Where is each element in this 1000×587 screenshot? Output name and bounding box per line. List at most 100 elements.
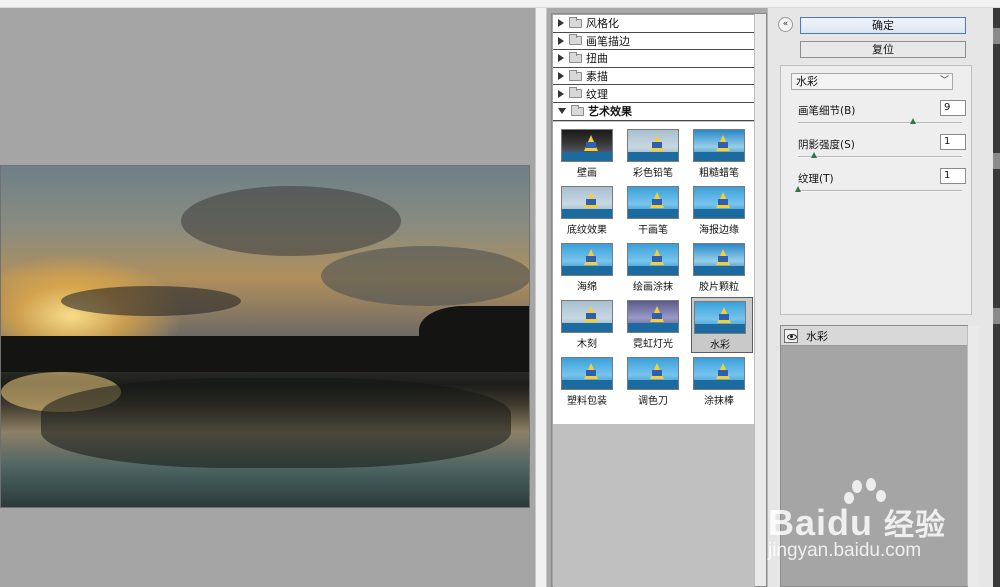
preview-cloud (321, 246, 529, 306)
thumb-sea (694, 209, 744, 218)
reset-button[interactable]: 复位 (800, 41, 966, 58)
category-1[interactable]: 画笔描边 (553, 32, 755, 51)
pane-divider[interactable] (535, 8, 547, 587)
filter-thumb-image (627, 129, 679, 162)
category-3[interactable]: 素描 (553, 67, 755, 86)
filter-thumb-image (561, 300, 613, 333)
filter-thumb-label: 海报边缘 (699, 225, 739, 236)
filter-thumb-image (694, 301, 746, 334)
eye-icon[interactable] (784, 328, 798, 343)
filter-thumb-14[interactable]: 涂抹棒 (691, 354, 753, 410)
filter-thumb-2[interactable]: 粗糙蜡笔 (691, 126, 753, 182)
thumb-sea (628, 266, 678, 275)
triangle-right-icon[interactable] (558, 72, 564, 81)
filter-thumb-5[interactable]: 海报边缘 (691, 183, 753, 239)
filter-thumb-3[interactable]: 底纹效果 (559, 183, 621, 239)
category-label: 素描 (586, 70, 608, 84)
filter-thumb-image (627, 300, 679, 333)
thumb-sea (628, 209, 678, 218)
ok-button[interactable]: 确定 (800, 17, 966, 34)
filter-thumb-image (627, 357, 679, 390)
param-value-input[interactable]: 1 (940, 168, 966, 184)
folder-icon (569, 51, 582, 63)
filter-thumb-image (693, 357, 745, 390)
filter-thumb-4[interactable]: 干画笔 (625, 183, 687, 239)
category-label: 纹理 (586, 87, 608, 101)
category-2[interactable]: 扭曲 (553, 50, 755, 68)
top-strip (0, 0, 1000, 8)
filter-thumb-13[interactable]: 调色刀 (625, 354, 687, 410)
filter-thumb-image (693, 186, 745, 219)
thumb-sail2 (718, 256, 728, 262)
filter-thumb-label: 塑料包装 (567, 396, 607, 407)
thumb-sail2 (586, 256, 596, 262)
gallery-scrollbar[interactable] (754, 14, 766, 586)
preview-pane[interactable] (0, 8, 535, 587)
folder-icon (571, 104, 584, 116)
thumb-sail2 (652, 199, 662, 205)
thumb-sail2 (586, 142, 596, 148)
thumb-sea (562, 152, 612, 161)
preview-cloud (61, 286, 241, 316)
triangle-right-icon[interactable] (558, 89, 564, 98)
thumb-sea (562, 209, 612, 218)
filter-thumb-image (561, 186, 613, 219)
param-slider-knob[interactable] (909, 118, 916, 124)
param-1: 阴影强度(S) 1 (798, 134, 968, 168)
thumb-sea (694, 152, 744, 161)
filter-thumb-0[interactable]: 壁画 (559, 126, 621, 182)
filter-thumb-image (561, 243, 613, 276)
thumb-sail2 (718, 142, 728, 148)
filter-thumb-image (627, 186, 679, 219)
filter-thumb-label: 海绵 (577, 282, 597, 293)
category-0[interactable]: 风格化 (553, 15, 755, 33)
thumb-sea (562, 266, 612, 275)
chevron-down-icon: ﹀ (939, 76, 949, 86)
filter-thumb-6[interactable]: 海绵 (559, 240, 621, 296)
filter-thumb-label: 水彩 (710, 340, 730, 351)
category-label: 画笔描边 (586, 34, 630, 48)
watermark-url: jingyan.baidu.com (768, 540, 922, 561)
filter-thumb-7[interactable]: 绘画涂抹 (625, 240, 687, 296)
filter-select-value: 水彩 (796, 75, 818, 88)
thumb-sea (562, 380, 612, 389)
param-slider-knob[interactable] (811, 152, 818, 158)
thumb-sea (694, 380, 744, 389)
watermark-brand-cn: 经验 (884, 509, 947, 542)
param-slider-track[interactable] (798, 122, 962, 124)
category-label: 扭曲 (586, 52, 608, 66)
watermark-brand: Baidu 经验 (768, 500, 993, 544)
baidu-watermark: Baidu 经验 jingyan.baidu.com (768, 478, 993, 582)
param-2: 纹理(T) 1 (795, 168, 968, 202)
triangle-down-icon[interactable] (558, 108, 566, 115)
filter-thumb-11[interactable]: 水彩 (691, 297, 753, 353)
param-value-input[interactable]: 1 (940, 134, 966, 150)
filter-thumb-12[interactable]: 塑料包装 (559, 354, 621, 410)
triangle-right-icon[interactable] (558, 19, 564, 28)
filter-thumb-label: 绘画涂抹 (633, 282, 673, 293)
thumb-sail2 (652, 142, 662, 148)
category-4[interactable]: 纹理 (553, 85, 755, 103)
thumb-sea (695, 324, 745, 333)
triangle-right-icon[interactable] (558, 36, 564, 45)
filter-select[interactable]: 水彩 ﹀ (791, 73, 953, 90)
effect-layer-row[interactable]: 水彩 (781, 326, 967, 346)
thumb-sail2 (652, 370, 662, 376)
watermark-brand-du: du (827, 502, 874, 543)
param-slider-track[interactable] (798, 190, 962, 192)
filter-thumb-9[interactable]: 木刻 (559, 297, 621, 353)
thumb-sail2 (586, 370, 596, 376)
collapse-gallery-button[interactable]: « (778, 17, 793, 32)
param-value-input[interactable]: 9 (940, 100, 966, 116)
filter-thumb-8[interactable]: 胶片颗粒 (691, 240, 753, 296)
filter-thumb-1[interactable]: 彩色铅笔 (625, 126, 687, 182)
triangle-right-icon[interactable] (558, 54, 564, 63)
thumb-sail2 (586, 313, 596, 319)
filter-thumb-10[interactable]: 霓虹灯光 (625, 297, 687, 353)
thumb-sail2 (719, 314, 729, 320)
param-slider-track[interactable] (798, 156, 962, 158)
category-5[interactable]: 艺术效果 (553, 102, 755, 121)
param-slider-knob[interactable] (795, 186, 801, 192)
preview-image[interactable] (0, 165, 530, 508)
thumb-sea (628, 380, 678, 389)
